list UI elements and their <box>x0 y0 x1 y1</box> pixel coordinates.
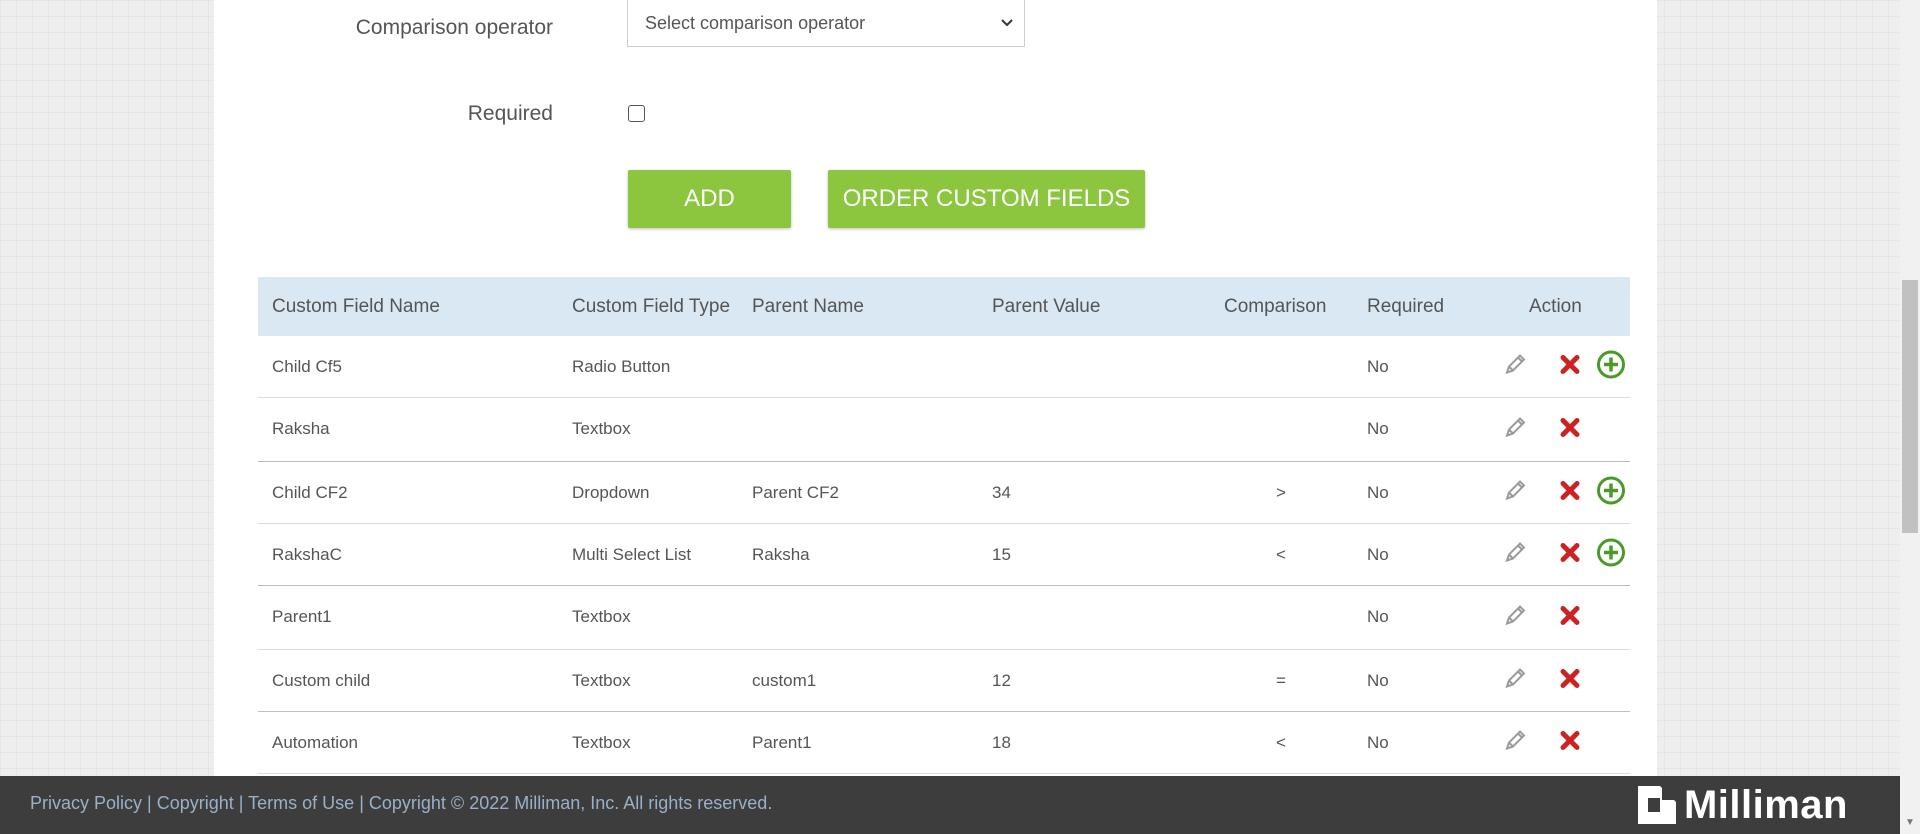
custom-fields-table: Custom Field Name Custom Field Type Pare… <box>258 277 1630 774</box>
pencil-icon[interactable] <box>1502 414 1528 445</box>
cell-comparison: < <box>1276 545 1286 564</box>
delete-x-icon[interactable] <box>1559 604 1581 631</box>
footer-separator: | <box>238 793 249 813</box>
milliman-logo: Milliman <box>1636 782 1848 827</box>
table-row: Automation Textbox Parent1 18 < No <box>258 712 1630 774</box>
cell-comparison: = <box>1276 671 1286 690</box>
table-row: Custom child Textbox custom1 12 = No <box>258 650 1630 712</box>
cell-parent-value: 15 <box>992 545 1011 564</box>
pencil-icon[interactable] <box>1502 665 1528 696</box>
copyright-link[interactable]: Copyright <box>157 793 234 813</box>
table-header: Custom Field Name Custom Field Type Pare… <box>258 277 1630 336</box>
cell-name: Child Cf5 <box>272 357 342 376</box>
header-custom-field-type: Custom Field Type <box>572 296 731 317</box>
cell-name: Child CF2 <box>272 483 348 502</box>
header-parent-name: Parent Name <box>752 296 864 317</box>
cell-name: Custom child <box>272 671 371 690</box>
cell-comparison: > <box>1276 483 1286 502</box>
cell-required: No <box>1367 607 1389 626</box>
cell-name: Raksha <box>272 419 330 438</box>
table-row: Parent1 Textbox No <box>258 586 1630 650</box>
cell-type: Textbox <box>572 671 631 690</box>
terms-of-use-link[interactable]: Terms of Use <box>248 793 354 813</box>
scrollbar-thumb[interactable] <box>1902 280 1918 533</box>
cell-type: Dropdown <box>572 483 650 502</box>
cell-parent-value: 34 <box>992 483 1011 502</box>
pencil-icon[interactable] <box>1502 477 1528 508</box>
cell-parent-name: custom1 <box>752 671 817 690</box>
cell-type: Textbox <box>572 607 631 626</box>
add-child-plus-circle-icon[interactable] <box>1596 537 1626 572</box>
cell-required: No <box>1367 545 1389 564</box>
cell-required: No <box>1367 483 1389 502</box>
cell-type: Multi Select List <box>572 545 692 564</box>
vertical-scrollbar[interactable]: ▼ <box>1900 0 1920 834</box>
cell-parent-value: 18 <box>992 733 1011 752</box>
order-custom-fields-button[interactable]: ORDER CUSTOM FIELDS <box>828 170 1145 228</box>
cell-parent-value: 12 <box>992 671 1011 690</box>
pencil-icon[interactable] <box>1502 351 1528 382</box>
milliman-logo-icon <box>1637 786 1676 824</box>
pencil-icon[interactable] <box>1502 602 1528 633</box>
comparison-operator-placeholder: Select comparison operator <box>645 13 866 33</box>
cell-required: No <box>1367 419 1389 438</box>
header-comparison: Comparison <box>1224 296 1327 317</box>
header-parent-value: Parent Value <box>992 296 1101 317</box>
delete-x-icon[interactable] <box>1559 416 1581 443</box>
footer-links: Privacy Policy | Copyright | Terms of Us… <box>30 776 772 830</box>
cell-parent-name: Parent CF2 <box>752 483 839 502</box>
header-action: Action <box>1529 296 1582 317</box>
cell-name: Automation <box>272 733 358 752</box>
add-child-plus-circle-icon[interactable] <box>1596 475 1626 510</box>
footer-separator: | <box>359 793 369 813</box>
delete-x-icon[interactable] <box>1559 353 1581 380</box>
cell-comparison: < <box>1276 733 1286 752</box>
cell-parent-name: Raksha <box>752 545 810 564</box>
table-row: Child Cf5 Radio Button No <box>258 336 1630 398</box>
required-checkbox[interactable] <box>628 105 645 122</box>
cell-required: No <box>1367 671 1389 690</box>
comparison-operator-label: Comparison operator <box>355 16 553 39</box>
cell-parent-name: Parent1 <box>752 733 812 752</box>
footer-separator: | <box>147 793 157 813</box>
footer: Privacy Policy | Copyright | Terms of Us… <box>0 776 1900 834</box>
milliman-logo-text: Milliman <box>1683 782 1848 827</box>
cell-type: Textbox <box>572 419 631 438</box>
privacy-policy-link[interactable]: Privacy Policy <box>30 793 142 813</box>
header-custom-field-name: Custom Field Name <box>272 296 440 317</box>
delete-x-icon[interactable] <box>1559 479 1581 506</box>
copyright-notice: Copyright © 2022 Milliman, Inc. All righ… <box>368 793 773 813</box>
cell-required: No <box>1367 733 1389 752</box>
required-label: Required <box>467 102 553 125</box>
header-required: Required <box>1367 296 1445 317</box>
cell-name: RakshaC <box>272 545 342 564</box>
delete-x-icon[interactable] <box>1559 729 1581 756</box>
cell-type: Textbox <box>572 733 631 752</box>
pencil-icon[interactable] <box>1502 539 1528 570</box>
cell-type: Radio Button <box>572 357 671 376</box>
pencil-icon[interactable] <box>1502 727 1528 758</box>
delete-x-icon[interactable] <box>1559 541 1581 568</box>
scroll-down-arrow-icon[interactable]: ▼ <box>1905 817 1915 828</box>
comparison-operator-select[interactable]: Select comparison operator <box>627 0 1025 47</box>
table-row: Raksha Textbox No <box>258 398 1630 462</box>
delete-x-icon[interactable] <box>1559 667 1581 694</box>
add-button[interactable]: ADD <box>628 170 791 228</box>
chevron-down-icon <box>1000 0 1014 63</box>
table-row: Child CF2 Dropdown Parent CF2 34 > No <box>258 462 1630 524</box>
cell-name: Parent1 <box>272 607 332 626</box>
add-child-plus-circle-icon[interactable] <box>1596 349 1626 384</box>
table-body: Child Cf5 Radio Button No Raksha Textbox No Ch… <box>258 336 1630 774</box>
table-row: RakshaC Multi Select List Raksha 15 < No <box>258 524 1630 586</box>
cell-required: No <box>1367 357 1389 376</box>
